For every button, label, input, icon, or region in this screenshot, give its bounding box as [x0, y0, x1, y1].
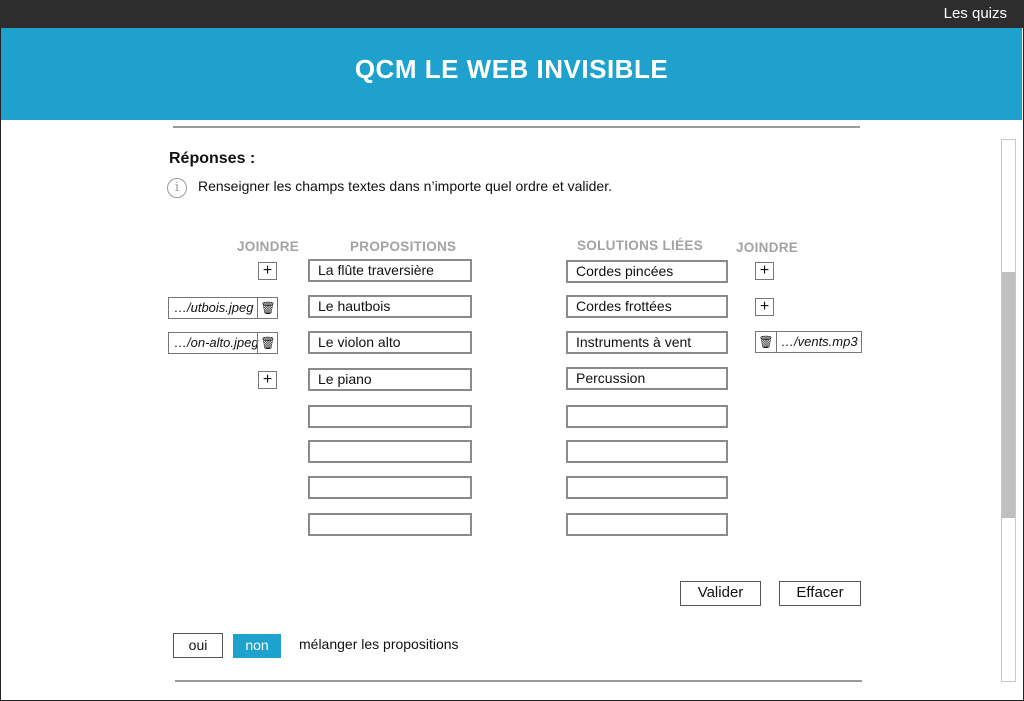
attachment-field[interactable]: 🗑 …/vents.mp3	[755, 331, 862, 353]
info-icon: i	[167, 178, 187, 198]
solution-input[interactable]: Cordes pincées	[566, 260, 728, 283]
proposition-input[interactable]: Le hautbois	[308, 295, 472, 318]
shuffle-no-button[interactable]: non	[233, 634, 281, 658]
solution-input[interactable]	[566, 405, 728, 428]
section-title: Réponses :	[169, 150, 256, 167]
proposition-input[interactable]	[308, 476, 472, 499]
column-header-join-left: JOINDRE	[237, 239, 300, 254]
trash-icon[interactable]: 🗑	[257, 298, 278, 318]
bottom-divider	[175, 680, 862, 682]
shuffle-label: mélanger les propositions	[299, 636, 459, 652]
solution-input[interactable]	[566, 440, 728, 463]
column-header-solutions: SOLUTIONS LIÉES	[577, 238, 704, 253]
info-text: Renseigner les champs textes dans n’impo…	[198, 178, 612, 194]
solution-input[interactable]: Instruments à vent	[566, 331, 728, 354]
add-attachment-button[interactable]: +	[258, 371, 277, 389]
attachment-filename: …/utbois.jpeg	[174, 300, 254, 315]
proposition-input[interactable]	[308, 513, 472, 536]
scrollbar-thumb[interactable]	[1002, 272, 1015, 518]
quizzes-link[interactable]: Les quizs	[944, 5, 1007, 22]
shuffle-yes-button[interactable]: oui	[173, 633, 223, 658]
top-divider	[173, 126, 860, 128]
solution-input[interactable]	[566, 476, 728, 499]
add-attachment-button[interactable]: +	[258, 262, 277, 280]
add-attachment-button[interactable]: +	[755, 298, 774, 316]
proposition-input[interactable]: Le piano	[308, 368, 472, 391]
solution-input[interactable]	[566, 513, 728, 536]
proposition-input[interactable]: Le violon alto	[308, 331, 472, 354]
trash-icon[interactable]: 🗑	[756, 332, 777, 352]
top-bar: Les quizs	[0, 0, 1024, 28]
validate-button[interactable]: Valider	[680, 581, 761, 606]
solution-input[interactable]: Percussion	[566, 367, 728, 390]
quiz-banner: QCM LE WEB INVISIBLE	[1, 28, 1022, 120]
proposition-input[interactable]	[308, 440, 472, 463]
attachment-field[interactable]: …/utbois.jpeg 🗑	[168, 297, 278, 319]
solution-input[interactable]: Cordes frottées	[566, 295, 728, 318]
attachment-filename: …/vents.mp3	[781, 334, 858, 349]
clear-button[interactable]: Effacer	[779, 581, 861, 606]
attachment-filename: …/on-alto.jpeg	[174, 335, 259, 350]
column-header-join-right: JOINDRE	[736, 240, 799, 255]
column-header-propositions: PROPOSITIONS	[350, 239, 457, 254]
attachment-field[interactable]: …/on-alto.jpeg 🗑	[168, 332, 278, 354]
add-attachment-button[interactable]: +	[755, 262, 774, 280]
proposition-input[interactable]	[308, 405, 472, 428]
quiz-title: QCM LE WEB INVISIBLE	[354, 54, 669, 84]
proposition-input[interactable]: La flûte traversière	[308, 259, 472, 282]
trash-icon[interactable]: 🗑	[257, 333, 278, 353]
